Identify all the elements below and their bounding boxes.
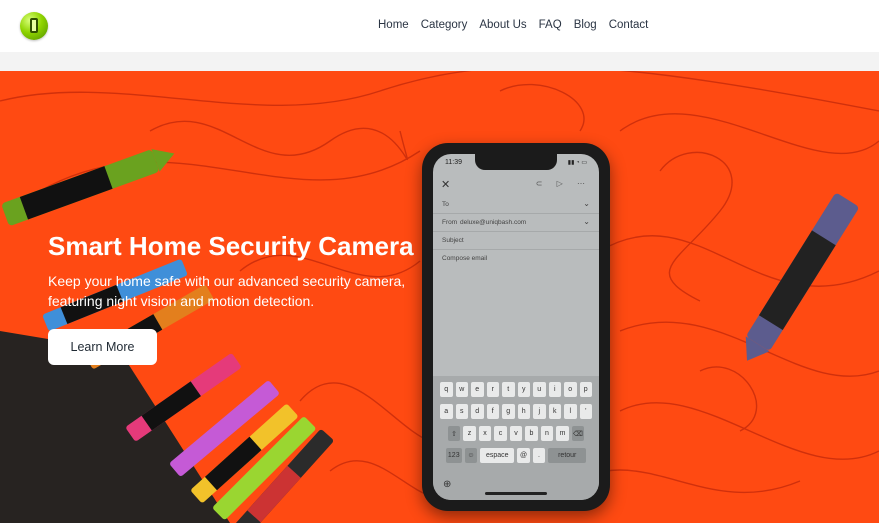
phone-logo-icon[interactable] — [20, 12, 48, 40]
backspace-key-icon: ⌫ — [571, 426, 585, 441]
subject-label: Subject — [442, 237, 464, 244]
key: b — [525, 426, 538, 441]
hero-title: Smart Home Security Camera — [48, 231, 414, 261]
key: c — [494, 426, 507, 441]
chevron-down-icon: ⌄ — [583, 217, 590, 226]
key-space: espace — [480, 448, 515, 463]
key: k — [548, 404, 561, 419]
key: j — [533, 404, 546, 419]
hero-banner: Smart Home Security Camera Keep your hom… — [0, 71, 879, 523]
status-icons: ▮▮ ◔ ▭ — [567, 160, 587, 166]
main-nav: Home Category About Us FAQ Blog Contact — [378, 19, 648, 31]
chevron-down-icon: ⌄ — [583, 199, 590, 208]
key: z — [463, 426, 476, 441]
nav-contact[interactable]: Contact — [609, 19, 649, 31]
shift-key-icon: ⇧ — [447, 426, 461, 441]
nav-about-us[interactable]: About Us — [479, 19, 526, 31]
mail-subject-row: Subject — [433, 232, 599, 250]
key-dot: . — [532, 448, 546, 463]
key: n — [540, 426, 554, 441]
key: h — [517, 404, 530, 419]
phone-screen: 11:39 ▮▮ ◔ ▭ ✕ ⊂ ▷ ⋯ To ⌄ From deluxe@un… — [433, 154, 599, 500]
phone-mockup: 11:39 ▮▮ ◔ ▭ ✕ ⊂ ▷ ⋯ To ⌄ From deluxe@un… — [422, 143, 610, 511]
keyboard-row-1: q w e r t y u i o p — [433, 382, 599, 397]
nav-category[interactable]: Category — [421, 19, 468, 31]
key: v — [509, 426, 523, 441]
to-label: To — [442, 201, 449, 208]
mail-toolbar: ✕ ⊂ ▷ ⋯ — [433, 176, 599, 196]
key: r — [486, 382, 499, 397]
status-time: 11:39 — [445, 159, 462, 166]
key: ' — [579, 404, 592, 419]
key: t — [502, 382, 515, 397]
nav-blog[interactable]: Blog — [574, 19, 597, 31]
key: a — [440, 404, 453, 419]
mail-from-row: From deluxe@uniqbash.com ⌄ — [433, 214, 599, 232]
key: s — [455, 404, 468, 419]
key: e — [471, 382, 484, 397]
key-at: @ — [517, 448, 530, 463]
key: o — [564, 382, 577, 397]
keyboard-row-2: a s d f g h j k l ' — [433, 404, 599, 419]
mail-compose-row: Compose email — [433, 250, 599, 268]
site-header: Home Category About Us FAQ Blog Contact — [0, 0, 879, 52]
mail-to-row: To ⌄ — [433, 196, 599, 214]
onscreen-keyboard: q w e r t y u i o p a s d f g h j k l ' … — [433, 376, 599, 500]
nav-faq[interactable]: FAQ — [539, 19, 562, 31]
phone-glyph — [30, 18, 38, 33]
compose-label: Compose email — [442, 255, 488, 262]
globe-icon: ⊕ — [443, 479, 452, 490]
key-return: retour — [548, 448, 587, 463]
from-value: deluxe@uniqbash.com — [460, 219, 527, 226]
header-divider-bar — [0, 52, 879, 71]
key: y — [517, 382, 530, 397]
key: l — [564, 404, 577, 419]
emoji-key-icon: ☺ — [464, 448, 478, 463]
key: g — [502, 404, 515, 419]
key: x — [478, 426, 492, 441]
key: u — [533, 382, 546, 397]
key: d — [471, 404, 484, 419]
keyboard-row-4: 123 ☺ espace @ . retour — [433, 448, 599, 463]
key: m — [556, 426, 569, 441]
close-icon: ✕ — [441, 179, 451, 191]
key: q — [440, 382, 453, 397]
learn-more-button[interactable]: Learn More — [48, 329, 157, 365]
key: f — [486, 404, 499, 419]
keyboard-row-3: ⇧ z x c v b n m ⌫ — [433, 426, 599, 441]
home-indicator — [485, 492, 547, 495]
key: i — [548, 382, 561, 397]
nav-home[interactable]: Home — [378, 19, 409, 31]
mail-actions-icons: ⊂ ▷ ⋯ — [535, 179, 591, 188]
from-label: From — [442, 219, 458, 226]
hero-subtitle: Keep your home safe with our advanced se… — [48, 273, 406, 309]
phone-notch — [475, 154, 557, 170]
key-123: 123 — [445, 448, 462, 463]
key: p — [579, 382, 592, 397]
key: w — [455, 382, 468, 397]
